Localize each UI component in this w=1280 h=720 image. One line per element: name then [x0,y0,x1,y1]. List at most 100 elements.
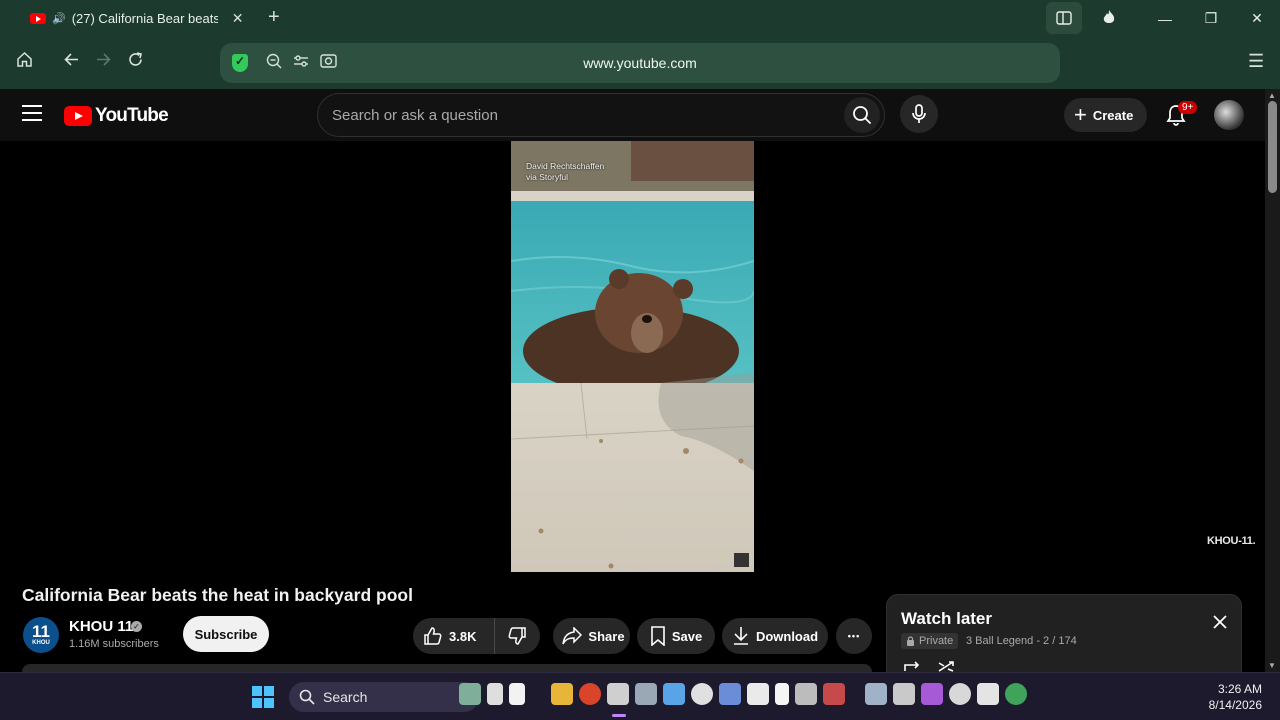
app-icon-9[interactable] [823,683,845,705]
search-button[interactable] [844,97,880,133]
app-icon-6[interactable] [747,683,769,705]
privacy-label: Private [919,635,954,647]
windows-taskbar: Search 3:26 AM 8/14/2026 [0,672,1280,720]
create-button[interactable]: + Create [1064,98,1148,132]
clock-date: 8/14/2026 [1208,698,1262,712]
microphone-icon [912,104,926,123]
flame-icon[interactable] [1086,9,1132,28]
taskbar-apps [455,683,1033,705]
guide-menu-icon[interactable] [22,105,42,121]
app-icon-12[interactable] [921,683,943,705]
restore-button[interactable]: ❐ [1188,10,1234,27]
browser-toolbar: www.youtube.com ☰ [0,37,1280,89]
youtube-header: YouTube + Create 9+ [0,89,1265,141]
minimize-button[interactable]: — [1142,11,1188,27]
more-actions-button[interactable]: ••• [836,618,872,654]
youtube-logo[interactable]: YouTube [64,105,169,127]
tab-close-icon[interactable]: ✕ [232,10,244,27]
channel-watermark: KHOU-11. [1207,535,1256,547]
description-box[interactable] [22,664,872,672]
voice-search-button[interactable] [900,95,938,133]
video-frame[interactable] [511,141,754,572]
browser-app-icon[interactable] [579,683,601,705]
search-icon [853,106,872,125]
search-box[interactable] [317,93,885,137]
browser-tab-active[interactable]: 🔊 (27) California Bear beats the heat in… [22,4,254,33]
share-label: Share [588,628,625,644]
scrollbar-thumb[interactable] [1268,101,1277,193]
credit-line-source: via Storyful [526,172,569,182]
app-icon-3[interactable] [663,683,685,705]
app-icon-5[interactable] [719,683,741,705]
download-icon [733,627,748,645]
window-close-button[interactable]: ✕ [1234,10,1280,27]
like-count: 3.8K [449,628,477,644]
tab-title: (27) California Bear beats the heat in b… [71,11,218,26]
page-scrollbar[interactable]: ▲ ▼ [1265,89,1280,672]
thumbs-up-icon [424,627,442,645]
app-icon-10[interactable] [865,683,887,705]
home-icon[interactable] [16,51,33,73]
download-label: Download [755,628,819,644]
browser-menu-icon[interactable]: ☰ [1248,51,1264,72]
sidebar-toggle-button[interactable] [1046,2,1082,34]
youtube-favicon-icon [30,13,46,24]
notification-count-badge: 9+ [1178,101,1198,114]
subscriber-count: 1.16M subscribers [69,638,159,650]
system-clock[interactable]: 3:26 AM 8/14/2026 [1196,681,1262,713]
share-button[interactable]: Share [553,618,630,654]
video-credit: David Rechtschaffen via Storyful [526,161,604,183]
task-view-icon[interactable] [487,683,503,705]
browser-tab-bar: 🔊 (27) California Bear beats the heat in… [0,0,1280,37]
account-avatar[interactable] [1214,100,1244,130]
plus-icon: + [1074,102,1087,127]
like-button[interactable]: 3.8K [413,618,495,654]
share-arrow-icon [562,627,583,645]
taskbar-search-label: Search [323,689,368,705]
video-title: California Bear beats the heat in backya… [22,585,413,605]
dislike-button[interactable] [495,618,539,654]
channel-name[interactable]: KHOU 11 [69,618,133,635]
app-icon-14[interactable] [977,683,999,705]
app-icon-11[interactable] [893,683,915,705]
more-dots-icon: ••• [847,631,861,641]
widgets-icon[interactable] [459,683,481,705]
chrome-icon[interactable] [1005,683,1027,705]
new-tab-button[interactable]: + [268,6,280,29]
playlist-title[interactable]: Watch later [901,609,992,629]
search-input[interactable] [332,104,832,126]
copilot-icon[interactable] [509,683,525,705]
forward-arrow-icon[interactable] [95,51,112,73]
app-icon-7[interactable] [775,683,789,705]
save-button[interactable]: Save [637,618,715,654]
sidebar-icon [1056,11,1072,25]
app-icon-4[interactable] [691,683,713,705]
app-icon-1[interactable] [607,683,629,705]
url-text[interactable]: www.youtube.com [220,55,1060,71]
scroll-down-arrow-icon[interactable]: ▼ [1268,661,1276,670]
scroll-up-arrow-icon[interactable]: ▲ [1268,91,1276,100]
file-explorer-icon[interactable] [551,683,573,705]
playlist-close-icon[interactable] [1213,615,1227,634]
save-label: Save [671,628,703,644]
video-player[interactable]: David Rechtschaffen via Storyful KHOU-11… [0,141,1265,572]
credit-line-author: David Rechtschaffen [526,161,605,171]
lock-icon [907,636,914,646]
download-button[interactable]: Download [722,618,828,654]
back-arrow-icon[interactable] [63,51,80,73]
speaker-icon[interactable]: 🔊 [52,12,66,25]
address-bar[interactable]: www.youtube.com [220,43,1060,83]
app-icon-13[interactable] [949,683,971,705]
thumbs-down-icon [508,627,526,645]
taskbar-search[interactable]: Search [289,682,479,712]
channel-avatar-number: 11 [32,622,50,641]
subscribe-button[interactable]: Subscribe [183,616,269,652]
playlist-meta: 3 Ball Legend - 2 / 174 [966,635,1077,647]
app-icon-2[interactable] [635,683,657,705]
app-icon-8[interactable] [795,683,817,705]
reload-icon[interactable] [127,51,144,73]
channel-avatar[interactable]: 11 KHOU [23,617,59,653]
playlist-panel: Watch later Private 3 Ball Legend - 2 / … [886,594,1242,674]
like-dislike-group: 3.8K [413,618,540,654]
windows-start-icon[interactable] [252,686,274,708]
